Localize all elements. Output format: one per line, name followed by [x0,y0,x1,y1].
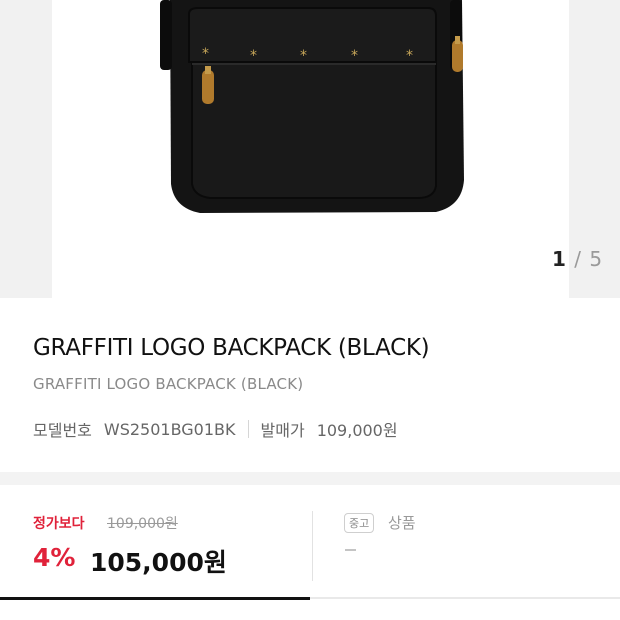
svg-text:*: * [351,48,358,64]
tab-bar[interactable] [0,597,620,620]
used-price-value [345,549,356,551]
sale-price: 105,000원 [90,548,227,577]
gallery-edge-left [0,0,52,298]
release-price-value: 109,000원 [316,421,398,440]
pager-current: 1 [552,247,567,271]
pager-separator: / [574,247,583,271]
product-info: GRAFFITI LOGO BACKPACK (BLACK) GRAFFITI … [0,298,620,472]
used-product-label[interactable]: 상품 [388,512,416,533]
svg-text:*: * [202,46,209,62]
svg-text:*: * [250,48,257,64]
section-gap [0,472,620,485]
model-number-label: 모델번호 [33,421,92,440]
regular-price-label: 정가보다 [33,516,85,532]
product-image[interactable]: * * * * * [52,0,569,298]
product-title: GRAFFITI LOGO BACKPACK (BLACK) [33,335,430,361]
product-gallery[interactable]: * * * * * 1 / 5 [0,0,620,298]
pager-total: 5 [589,247,604,271]
svg-text:*: * [300,48,307,64]
price-divider [312,511,313,581]
discount-rate: 4% [33,543,76,572]
meta-divider [247,420,249,438]
used-badge: 중고 [344,513,375,533]
gallery-pager: 1 / 5 [552,247,603,271]
tab-active-indicator[interactable] [0,597,310,600]
regular-price-strikethrough: 109,000원 [107,516,178,532]
svg-text:*: * [406,48,413,64]
model-number-value: WS2501BG01BK [103,419,236,439]
product-subtitle: GRAFFITI LOGO BACKPACK (BLACK) [33,375,304,393]
product-meta: 모델번호 WS2501BG01BK 발매가 109,000원 [33,417,398,441]
release-price-label: 발매가 [260,421,305,440]
